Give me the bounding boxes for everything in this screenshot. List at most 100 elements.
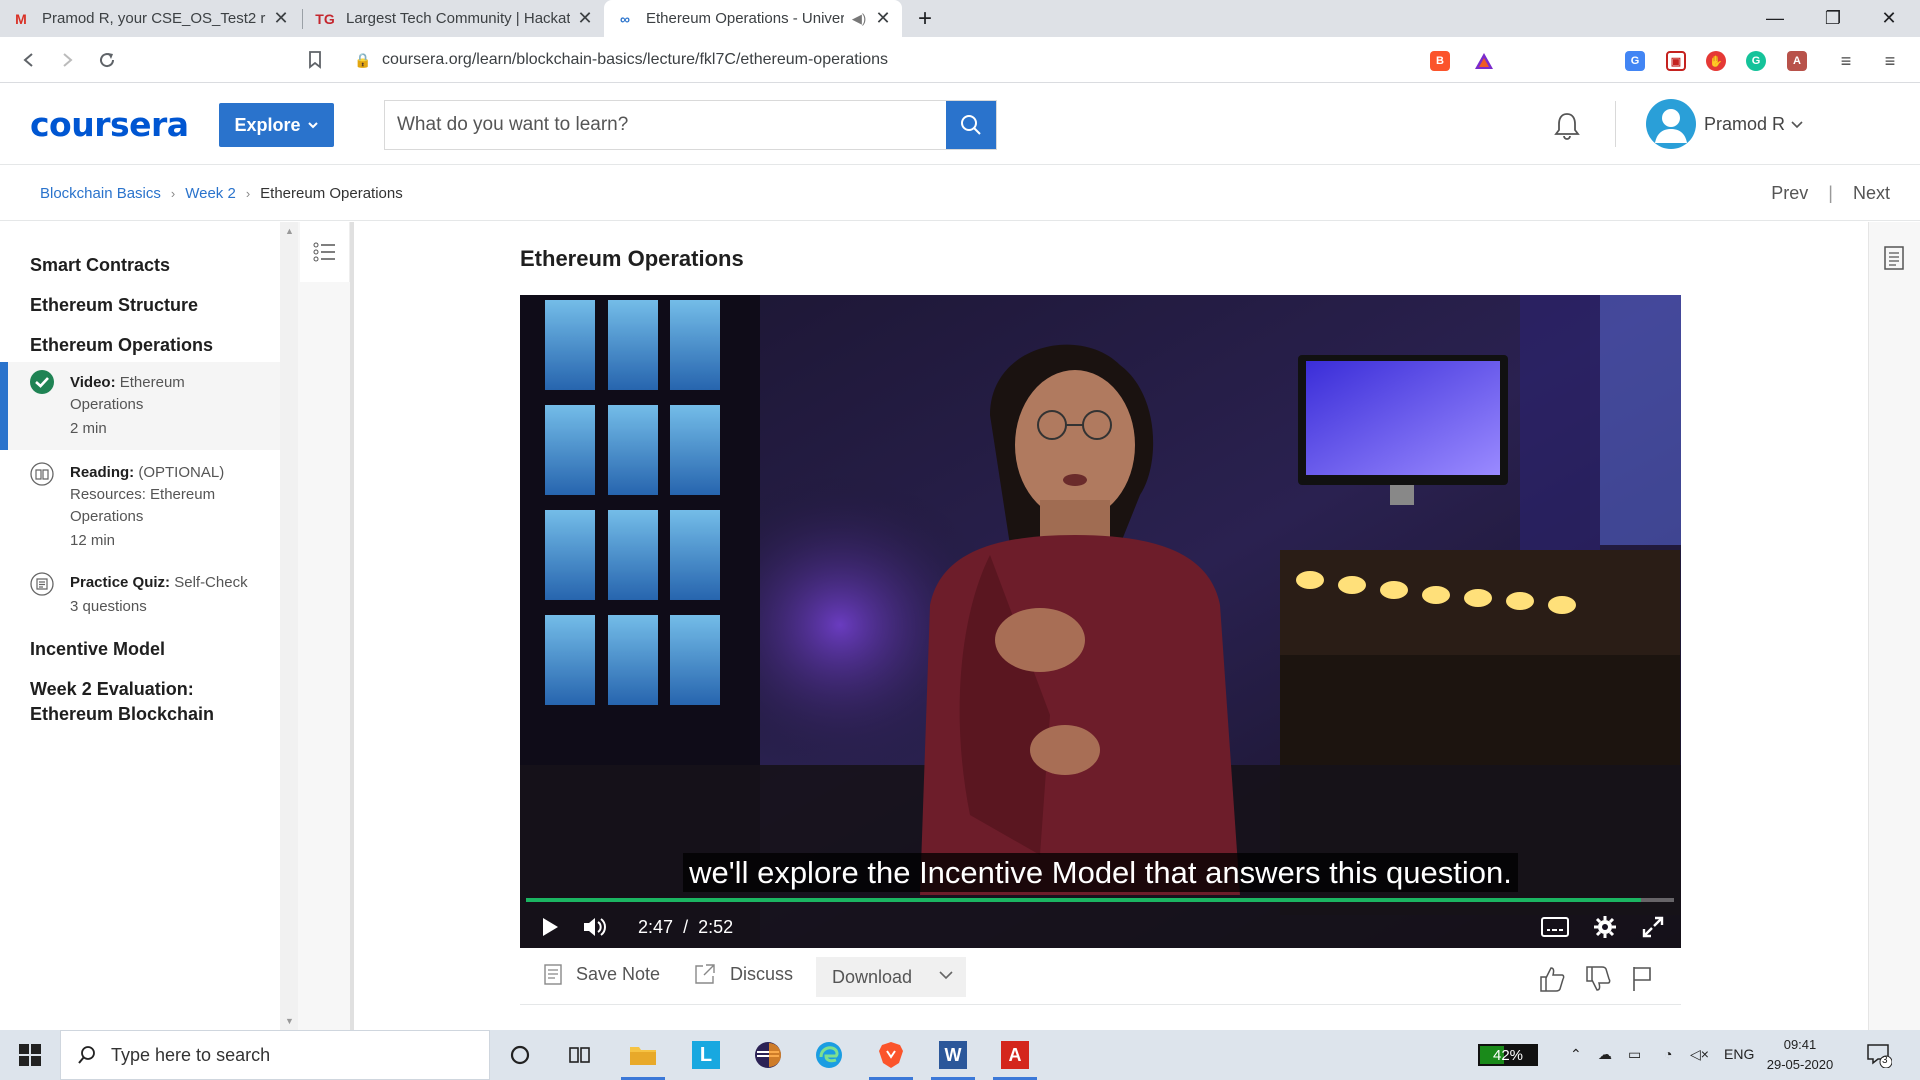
grammarly-extension-icon[interactable]: G (1746, 51, 1766, 71)
search-input[interactable] (385, 101, 946, 149)
discuss-button[interactable]: Discuss (694, 963, 793, 985)
breadcrumb-bar: Blockchain Basics › Week 2 › Ethereum Op… (0, 166, 1920, 221)
pdf-extension-icon[interactable]: A (1787, 51, 1807, 71)
captions-button[interactable] (1540, 905, 1570, 948)
acrobat-app[interactable]: A (987, 1030, 1043, 1080)
transcript-icon[interactable] (1884, 246, 1904, 270)
volume-button[interactable] (580, 905, 610, 948)
menu-icon[interactable]: ≡ (1880, 51, 1900, 71)
language-indicator[interactable]: ENG (1724, 1046, 1754, 1062)
chevron-right-icon: › (170, 186, 176, 201)
lock-icon: 🔒 (354, 51, 372, 68)
video-caption: we'll explore the Incentive Model that a… (520, 853, 1681, 892)
toc-toggle-button[interactable] (300, 222, 350, 282)
prev-button[interactable]: Prev (1771, 183, 1808, 204)
sidebar-item-reading[interactable]: Reading: (OPTIONAL) Resources: Ethereum … (0, 458, 280, 558)
sidebar-scrollbar[interactable]: ▲ ▼ (280, 222, 298, 1030)
item-kind: Video: (70, 374, 116, 391)
lesson-smart-contracts[interactable]: Smart Contracts (30, 252, 170, 278)
close-window-button[interactable]: ✕ (1866, 0, 1912, 37)
translate-extension-icon[interactable]: G (1625, 51, 1645, 71)
url-field[interactable]: 🔒 coursera.org/learn/blockchain-basics/l… (340, 44, 1510, 76)
scroll-down-icon[interactable]: ▼ (285, 1016, 294, 1026)
task-view-button[interactable] (552, 1030, 608, 1080)
mute-icon[interactable]: ◁× (1690, 1046, 1709, 1063)
file-explorer-app[interactable] (615, 1030, 671, 1080)
tab-title: Pramod R, your CSE_OS_Test2 resu (42, 10, 266, 27)
coursera-icon: ∞ (620, 10, 630, 27)
lesson-week2-evaluation[interactable]: Week 2 Evaluation: (30, 676, 194, 702)
clock[interactable]: 09:41 29-05-2020 (1760, 1035, 1840, 1075)
brave-app[interactable] (863, 1030, 919, 1080)
save-note-label: Save Note (576, 963, 661, 984)
breadcrumb-course[interactable]: Blockchain Basics (40, 185, 161, 202)
bookmark-button[interactable] (300, 45, 330, 75)
media-control-icon[interactable]: ≡ (1836, 51, 1856, 71)
folder-icon (630, 1047, 656, 1065)
search-button[interactable] (946, 101, 996, 149)
close-tab-icon[interactable]: ✕ (874, 8, 892, 29)
back-button[interactable] (14, 45, 44, 75)
taskbar-search[interactable]: Type here to search (60, 1030, 490, 1080)
save-note-button[interactable]: Save Note (544, 963, 660, 985)
tv-extension-icon[interactable]: ▣ (1666, 51, 1686, 71)
breadcrumb-week[interactable]: Week 2 (185, 185, 236, 202)
video-frame (520, 295, 1681, 948)
browser-tab-bar: M Pramod R, your CSE_OS_Test2 resu ✕ TG … (0, 0, 1920, 37)
sidebar-item-video[interactable]: Video: Ethereum Operations 2 min (0, 362, 280, 450)
bell-icon[interactable] (1552, 111, 1582, 141)
l-app[interactable]: L (678, 1030, 734, 1080)
speaker-icon[interactable]: ◀) (850, 11, 868, 27)
video-controls: 2:47 / 2:52 (520, 905, 1681, 948)
notifications-button[interactable]: 3 (1866, 1042, 1893, 1071)
scroll-up-icon[interactable]: ▲ (285, 226, 294, 236)
lesson-incentive-model[interactable]: Incentive Model (30, 636, 165, 662)
battery-indicator[interactable]: 42% (1478, 1044, 1538, 1066)
item-duration: 3 questions (70, 598, 147, 615)
explore-button[interactable]: Explore (219, 103, 334, 147)
flag-icon[interactable] (1628, 965, 1656, 993)
video-progress-bar[interactable] (526, 898, 1674, 902)
adblock-extension-icon[interactable]: ✋ (1706, 51, 1726, 71)
thumbs-up-icon[interactable] (1538, 965, 1566, 993)
reload-button[interactable] (92, 45, 122, 75)
word-app[interactable]: W (925, 1030, 981, 1080)
settings-button[interactable] (1590, 905, 1620, 948)
lesson-week2-evaluation-cont[interactable]: Ethereum Blockchain (30, 701, 214, 727)
play-button[interactable] (538, 905, 562, 948)
browser-tab-coursera[interactable]: ∞ Ethereum Operations - Univer ◀) ✕ (604, 0, 902, 37)
cortana-button[interactable] (492, 1030, 548, 1080)
video-player[interactable]: we'll explore the Incentive Model that a… (520, 295, 1681, 948)
battery-icon[interactable]: ▭ (1628, 1046, 1641, 1063)
chevron-up-icon[interactable]: ⌃ (1570, 1046, 1582, 1063)
onedrive-icon[interactable]: ☁ (1598, 1046, 1612, 1063)
minimize-button[interactable]: — (1752, 0, 1798, 37)
item-title: (OPTIONAL) (138, 464, 225, 481)
close-tab-icon[interactable]: ✕ (576, 8, 594, 29)
start-button[interactable] (0, 1030, 60, 1080)
new-tab-button[interactable]: + (902, 0, 948, 37)
download-button[interactable]: Download (816, 957, 966, 997)
browser-tab-hackathon[interactable]: TG Largest Tech Community | Hackath ✕ (304, 0, 604, 37)
coursera-logo[interactable]: coursera (30, 105, 189, 144)
close-tab-icon[interactable]: ✕ (272, 8, 290, 29)
header-divider (1615, 101, 1616, 147)
avatar[interactable] (1646, 99, 1696, 149)
forward-button[interactable] (52, 45, 82, 75)
lesson-ethereum-structure[interactable]: Ethereum Structure (30, 292, 198, 318)
restore-button[interactable]: ❐ (1810, 0, 1856, 37)
sidebar-item-quiz[interactable]: Practice Quiz: Self-Check 3 questions (0, 568, 280, 628)
edge-app[interactable] (801, 1030, 857, 1080)
thumbs-down-icon[interactable] (1584, 965, 1612, 993)
username[interactable]: Pramod R (1704, 114, 1785, 135)
brave-shield-icon[interactable]: B (1430, 51, 1450, 71)
url-text: coursera.org/learn/blockchain-basics/lec… (382, 51, 889, 68)
eclipse-app[interactable] (740, 1030, 796, 1080)
fullscreen-button[interactable] (1638, 905, 1668, 948)
chevron-down-icon[interactable] (1790, 118, 1804, 132)
wifi-icon[interactable]: ◔ (1664, 1046, 1672, 1062)
browser-tab-gmail[interactable]: M Pramod R, your CSE_OS_Test2 resu ✕ (0, 0, 300, 37)
lesson-ethereum-operations[interactable]: Ethereum Operations (30, 332, 213, 358)
next-button[interactable]: Next (1853, 183, 1890, 204)
brave-rewards-icon[interactable] (1474, 51, 1494, 71)
